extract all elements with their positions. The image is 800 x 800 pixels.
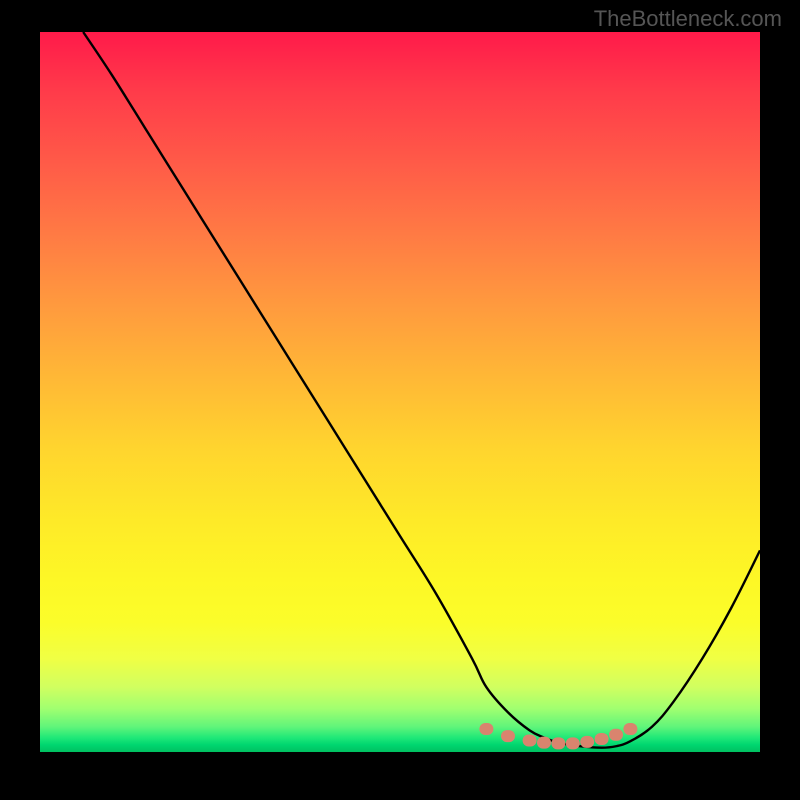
plot-area [40,32,760,752]
highlight-markers [479,723,637,749]
highlight-marker [580,736,594,748]
highlight-marker [479,723,493,735]
curve-layer [40,32,760,752]
highlight-marker [609,729,623,741]
bottleneck-curve [83,32,760,748]
highlight-marker [566,737,580,749]
highlight-marker [551,737,565,749]
highlight-marker [501,730,515,742]
watermark-text: TheBottleneck.com [594,6,782,32]
highlight-marker [595,733,609,745]
highlight-marker [623,723,637,735]
highlight-marker [537,737,551,749]
chart-container: TheBottleneck.com [0,0,800,800]
highlight-marker [523,734,537,746]
